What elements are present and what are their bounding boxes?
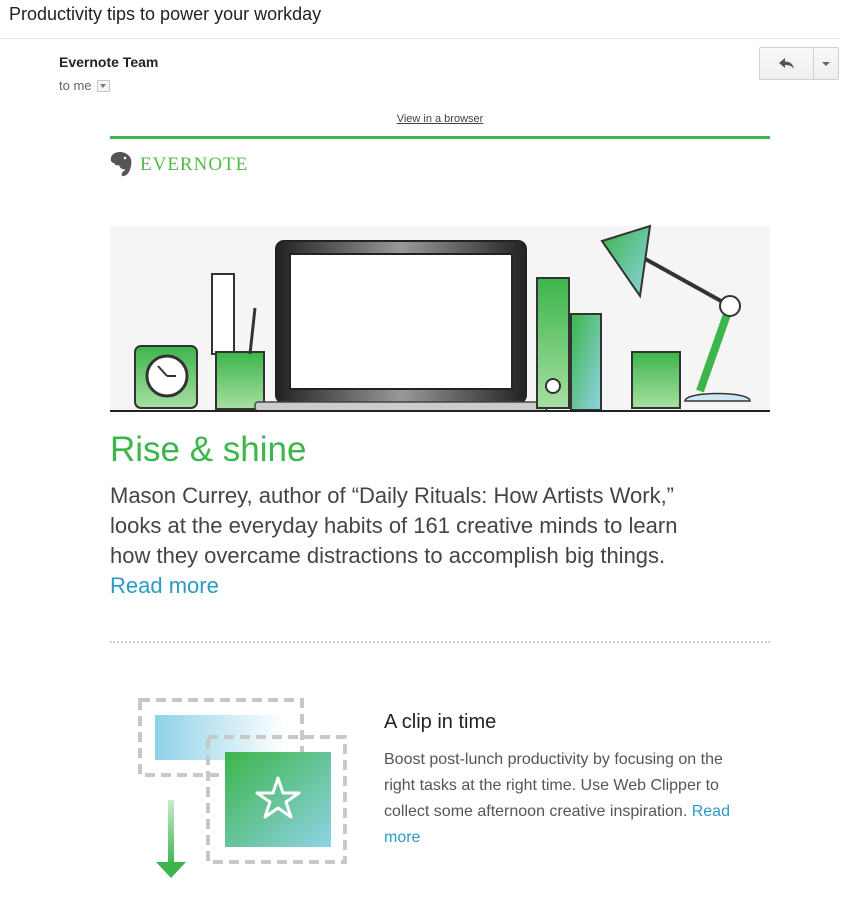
chevron-down-icon xyxy=(822,61,830,66)
sender-name[interactable]: Evernote Team xyxy=(59,54,158,70)
feature-heading: A clip in time xyxy=(384,711,497,733)
recipient-line: to me xyxy=(59,78,110,93)
email-subject: Productivity tips to power your workday xyxy=(9,4,322,24)
section-divider xyxy=(110,641,770,643)
hero-body-text: Mason Currey, author of “Daily Rituals: … xyxy=(110,483,678,568)
view-in-browser-link[interactable]: View in a browser xyxy=(0,113,861,125)
feature-body-text: Boost post-lunch productivity by focusin… xyxy=(384,751,723,820)
newsletter-content: EVERNOTE xyxy=(110,136,770,412)
more-actions-button[interactable] xyxy=(814,48,838,79)
hero-desk-illustration xyxy=(110,224,770,412)
recipient-label: to me xyxy=(59,78,92,93)
brand-rule xyxy=(110,136,770,139)
elephant-icon xyxy=(110,151,132,177)
evernote-logo[interactable]: EVERNOTE xyxy=(110,151,248,179)
feature-body: Boost post-lunch productivity by focusin… xyxy=(384,747,744,851)
details-dropdown-icon[interactable] xyxy=(96,79,110,92)
hero-read-more-link[interactable]: Read more xyxy=(110,573,219,598)
reply-icon xyxy=(778,57,794,69)
hero-body: Mason Currey, author of “Daily Rituals: … xyxy=(110,481,680,601)
reply-button[interactable] xyxy=(760,48,814,79)
web-clipper-illustration xyxy=(138,698,347,878)
header-divider xyxy=(0,38,840,39)
reply-button-group xyxy=(759,47,839,80)
brand-wordmark: EVERNOTE xyxy=(140,154,249,175)
hero-heading: Rise & shine xyxy=(110,430,307,469)
